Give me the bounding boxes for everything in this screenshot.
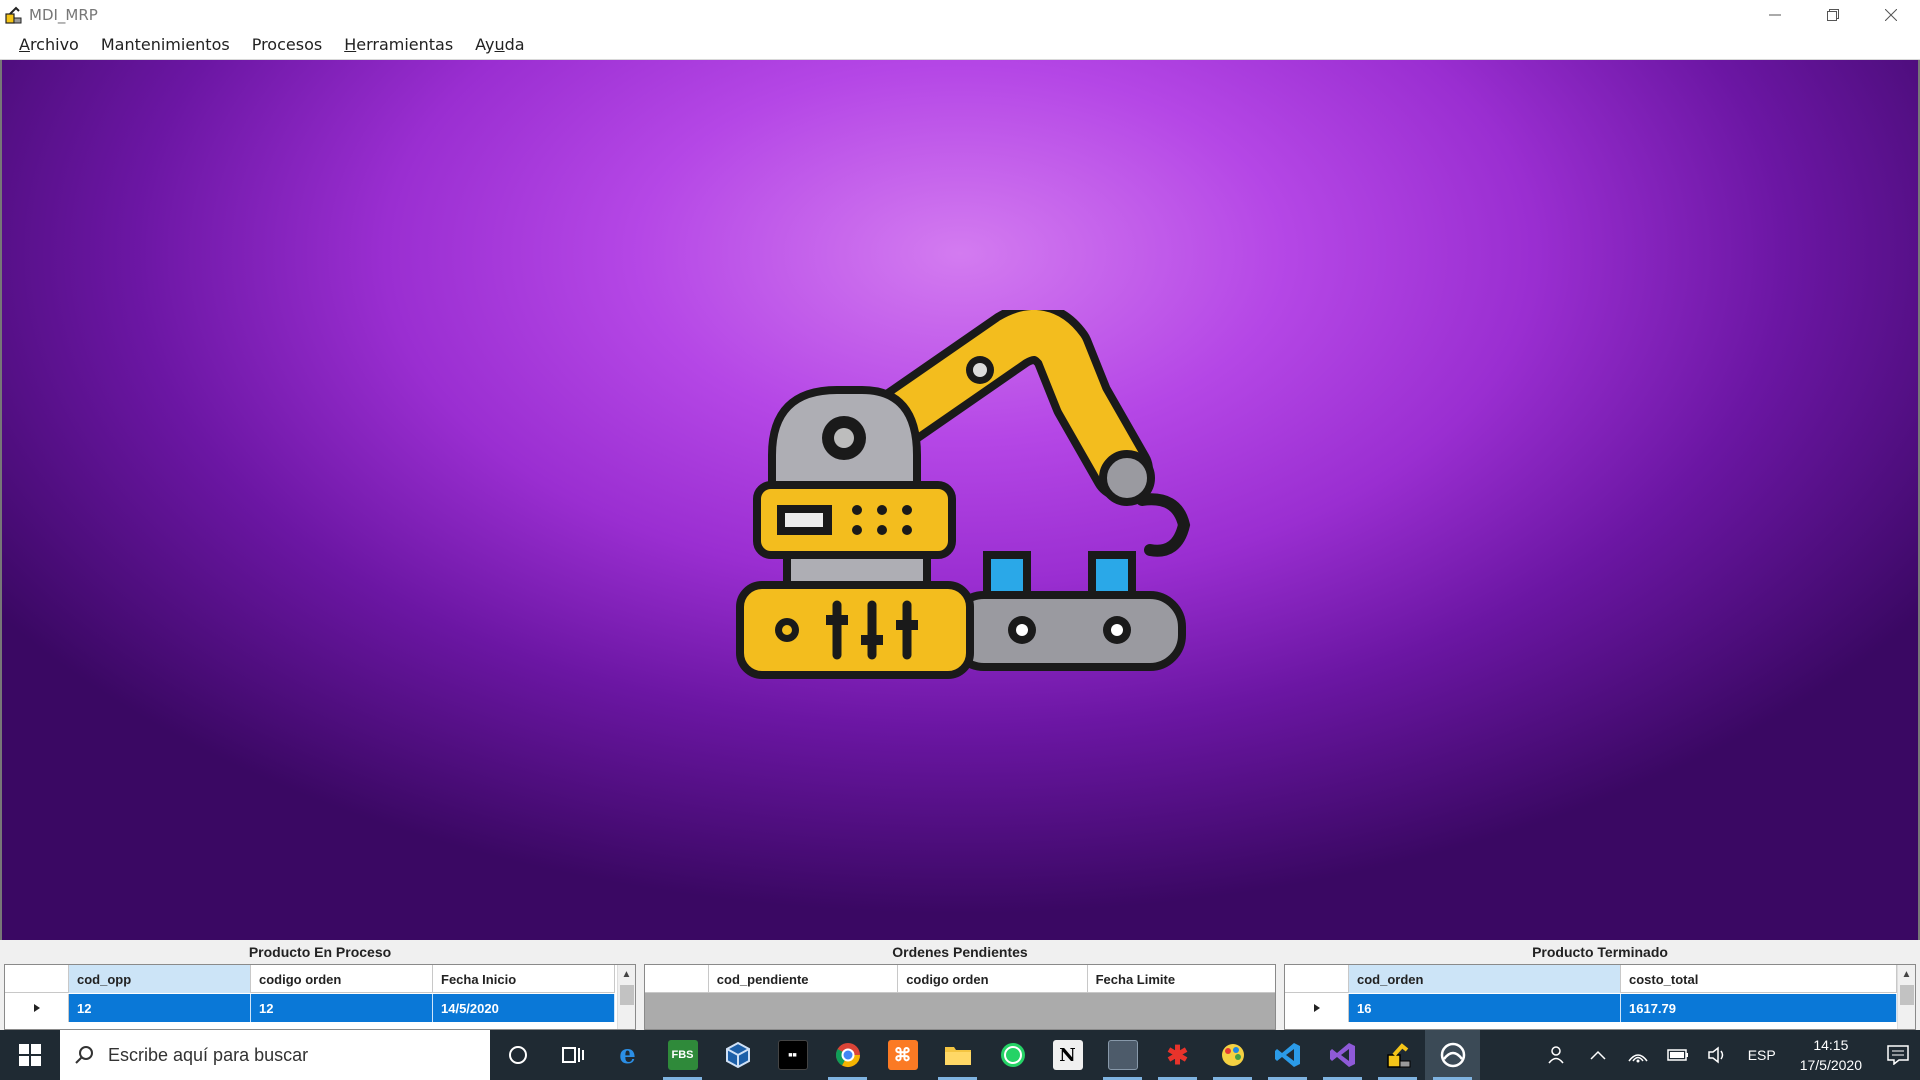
table-row[interactable]: 12 12 14/5/2020 [5, 994, 615, 1022]
app-robot-icon [3, 5, 23, 25]
volume-icon[interactable] [1698, 1030, 1738, 1080]
cell-cod-orden[interactable]: 16 [1349, 994, 1621, 1022]
windows-icon [19, 1044, 41, 1066]
scroll-thumb[interactable] [619, 985, 634, 1005]
minimize-button[interactable] [1746, 0, 1804, 29]
grid-header: cod_opp codigo orden Fecha Inicio [5, 965, 615, 993]
edge-icon[interactable]: e [600, 1030, 655, 1080]
close-button[interactable] [1862, 0, 1920, 29]
menu-bar: Archivo Mantenimientos Procesos Herramie… [0, 29, 1920, 60]
column-header[interactable]: cod_opp [69, 965, 251, 993]
column-header[interactable]: codigo orden [898, 965, 1088, 993]
terminal-icon[interactable]: ■■ [765, 1030, 820, 1080]
menu-herramientas-label: erramientas [356, 34, 454, 54]
taskbar: Escribe aquí para buscar e FBS ■■ ⌘ N ✱ [0, 1030, 1920, 1080]
notion-icon[interactable]: N [1040, 1030, 1095, 1080]
notifications-icon[interactable] [1876, 1030, 1920, 1080]
bottom-panels: Producto En Proceso cod_opp codigo orden… [0, 940, 1920, 1030]
grid-header: cod_pendiente codigo orden Fecha Limite [645, 965, 1275, 993]
virtualbox-icon[interactable] [710, 1030, 765, 1080]
xampp-icon[interactable]: ⌘ [875, 1030, 930, 1080]
panel-producto-en-proceso: Producto En Proceso cod_opp codigo orden… [0, 940, 640, 1030]
active-app-icon[interactable] [1425, 1030, 1480, 1080]
menu-mantenimientos[interactable]: Mantenimientos [90, 35, 241, 54]
panel-title: Producto Terminado [1532, 944, 1668, 960]
menu-archivo-label: rchivo [29, 34, 79, 54]
menu-ayuda-label: da [504, 34, 525, 54]
cell-codigo-orden[interactable]: 12 [251, 994, 433, 1022]
menu-ayuda[interactable]: Ayuda [464, 35, 535, 54]
search-icon [75, 1046, 93, 1064]
window-title: MDI_MRP [29, 5, 98, 24]
panel-title: Producto En Proceso [248, 944, 392, 960]
clock-date: 17/5/2020 [1799, 1057, 1862, 1073]
scroll-up-icon[interactable]: ▲ [622, 965, 632, 983]
title-bar: MDI_MRP [0, 0, 1920, 29]
red-app-icon[interactable]: ✱ [1150, 1030, 1205, 1080]
row-selector-icon[interactable] [5, 994, 69, 1022]
scroll-up-icon[interactable]: ▲ [1902, 965, 1912, 983]
people-icon[interactable] [1538, 1030, 1578, 1080]
whatsapp-icon[interactable] [985, 1030, 1040, 1080]
task-view-icon[interactable] [545, 1030, 600, 1080]
chevron-up-icon[interactable] [1578, 1030, 1618, 1080]
fbs-icon[interactable]: FBS [655, 1030, 710, 1080]
column-header[interactable]: Fecha Inicio [433, 965, 615, 993]
app-icon[interactable] [1095, 1030, 1150, 1080]
column-header[interactable]: codigo orden [251, 965, 433, 993]
menu-herramientas[interactable]: Herramientas [333, 35, 464, 54]
table-row[interactable]: 16 1617.79 [1285, 994, 1897, 1022]
restore-button[interactable] [1804, 0, 1862, 29]
start-button[interactable] [0, 1030, 60, 1080]
menu-archivo[interactable]: Archivo [8, 35, 90, 54]
menu-procesos[interactable]: Procesos [241, 35, 333, 54]
panel-producto-terminado: Producto Terminado cod_orden costo_total… [1280, 940, 1920, 1030]
cell-fecha-inicio[interactable]: 14/5/2020 [433, 994, 615, 1022]
chrome-icon[interactable] [820, 1030, 875, 1080]
system-tray: ESP 14:15 17/5/2020 [1538, 1030, 1920, 1080]
cell-cod-opp[interactable]: 12 [69, 994, 251, 1022]
row-selector-icon[interactable] [1285, 994, 1349, 1022]
mdi-mrp-icon[interactable] [1370, 1030, 1425, 1080]
row-header-corner [1285, 965, 1349, 993]
column-header[interactable]: cod_pendiente [709, 965, 899, 993]
pendientes-grid[interactable]: cod_pendiente codigo orden Fecha Limite [644, 964, 1276, 1030]
column-header[interactable]: Fecha Limite [1088, 965, 1275, 993]
language-indicator[interactable]: ESP [1738, 1047, 1786, 1063]
menu-herramientas-mnemonic: H [344, 34, 357, 54]
column-header[interactable]: costo_total [1621, 965, 1897, 993]
menu-archivo-mnemonic: A [19, 34, 30, 54]
visual-studio-icon[interactable] [1315, 1030, 1370, 1080]
terminado-grid[interactable]: cod_orden costo_total 16 1617.79 ▲ [1284, 964, 1916, 1030]
row-header-corner [5, 965, 69, 993]
cell-costo-total[interactable]: 1617.79 [1621, 994, 1897, 1022]
restore-icon [1827, 8, 1839, 21]
minimize-icon [1769, 14, 1781, 15]
grid-header: cod_orden costo_total [1285, 965, 1897, 993]
search-placeholder: Escribe aquí para buscar [108, 1044, 309, 1065]
wifi-icon[interactable] [1618, 1030, 1658, 1080]
clock[interactable]: 14:15 17/5/2020 [1786, 1035, 1876, 1075]
menu-ayuda-label-pre: Ay [475, 34, 495, 54]
column-header[interactable]: cod_orden [1349, 965, 1621, 993]
close-icon [1885, 8, 1897, 21]
clock-time: 14:15 [1813, 1037, 1849, 1053]
robot-arm-factory-icon [736, 310, 1191, 679]
panel-title: Ordenes Pendientes [892, 944, 1028, 960]
file-explorer-icon[interactable] [930, 1030, 985, 1080]
row-header-corner [645, 965, 709, 993]
paint-icon[interactable] [1205, 1030, 1260, 1080]
en-proceso-grid[interactable]: cod_opp codigo orden Fecha Inicio 12 12 … [4, 964, 636, 1030]
vscode-icon[interactable] [1260, 1030, 1315, 1080]
battery-icon[interactable] [1658, 1030, 1698, 1080]
fbs-label: FBS [667, 1040, 698, 1070]
vertical-scrollbar[interactable]: ▲ [1897, 965, 1915, 1029]
taskbar-search-box[interactable]: Escribe aquí para buscar [60, 1030, 490, 1080]
vertical-scrollbar[interactable]: ▲ [617, 965, 635, 1029]
scroll-thumb[interactable] [1899, 985, 1914, 1005]
panel-ordenes-pendientes: Ordenes Pendientes cod_pendiente codigo … [640, 940, 1280, 1030]
mdi-background [0, 60, 1920, 940]
cortana-icon[interactable] [490, 1030, 545, 1080]
menu-ayuda-mnemonic: u [494, 34, 505, 54]
